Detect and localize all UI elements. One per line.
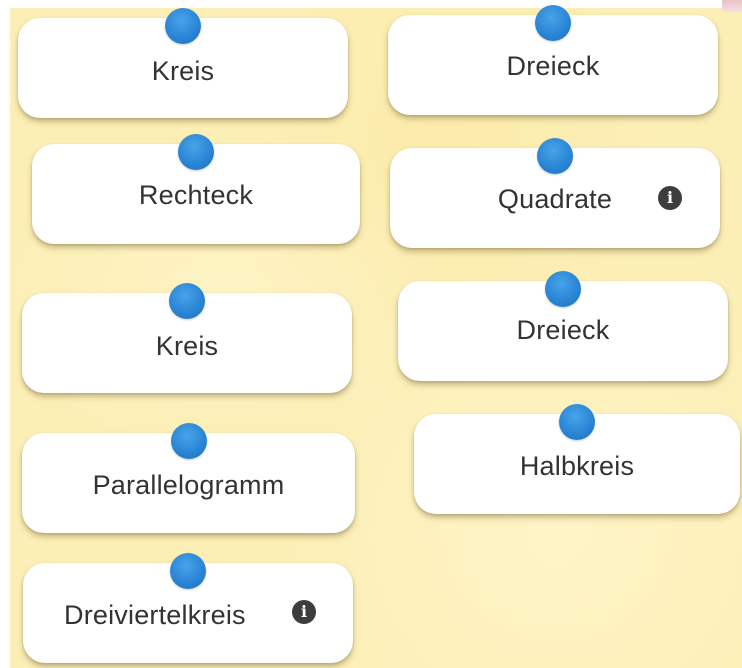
connector-dot-icon[interactable] bbox=[537, 138, 573, 174]
shape-card-dreiviertelkreis[interactable]: Dreiviertelkreis i bbox=[23, 553, 353, 663]
card-label: Quadrate bbox=[497, 183, 613, 214]
card-label: Halbkreis bbox=[519, 450, 635, 481]
shape-card-quadrate[interactable]: Quadrate i bbox=[390, 138, 720, 248]
info-icon[interactable]: i bbox=[658, 186, 682, 210]
connector-dot-icon[interactable] bbox=[535, 5, 571, 41]
card-label: Dreieck bbox=[506, 50, 600, 81]
left-edge bbox=[0, 0, 10, 668]
shape-card-rechteck[interactable]: Rechteck bbox=[32, 134, 360, 244]
shape-card-halbkreis[interactable]: Halbkreis bbox=[414, 404, 740, 514]
shape-card-dreieck-2[interactable]: Dreieck bbox=[398, 271, 728, 381]
card-label: Kreis bbox=[151, 55, 215, 86]
shape-card-dreieck[interactable]: Dreieck bbox=[388, 5, 718, 115]
card-label: Parallelogramm bbox=[92, 469, 285, 500]
shape-card-kreis[interactable]: Kreis bbox=[18, 8, 348, 118]
shape-card-kreis-2[interactable]: Kreis bbox=[22, 283, 352, 393]
connector-dot-icon[interactable] bbox=[170, 553, 206, 589]
connector-dot-icon[interactable] bbox=[559, 404, 595, 440]
connector-dot-icon[interactable] bbox=[170, 423, 207, 459]
card-label: Kreis bbox=[155, 330, 219, 361]
info-icon[interactable]: i bbox=[292, 600, 316, 624]
card-label: Rechteck bbox=[138, 179, 254, 210]
connector-dot-icon[interactable] bbox=[178, 134, 214, 170]
card-label: Dreieck bbox=[516, 314, 610, 345]
card-label: Dreiviertelkreis bbox=[64, 599, 246, 630]
shape-card-parallelogramm[interactable]: Parallelogramm bbox=[22, 423, 355, 533]
connector-dot-icon[interactable] bbox=[545, 271, 581, 307]
connector-dot-icon[interactable] bbox=[169, 283, 205, 319]
connector-dot-icon[interactable] bbox=[165, 8, 201, 44]
corner-decoration bbox=[722, 0, 742, 12]
top-edge bbox=[0, 0, 742, 8]
